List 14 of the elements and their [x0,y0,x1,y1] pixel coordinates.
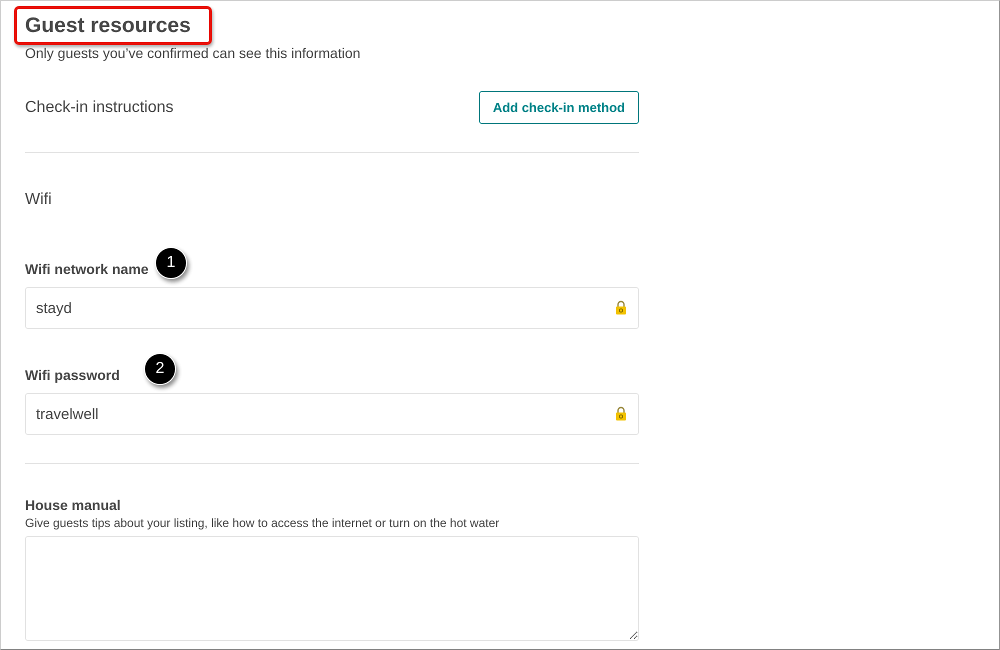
input-field[interactable]: travelwell [25,393,639,435]
field-label: House manual [25,497,122,513]
add-check-in-button[interactable]: Add check-in method [478,91,639,124]
section-heading: Check-in instructions [25,98,174,116]
step-callout: 1 [155,247,187,279]
page-title: Guest resources [25,13,191,39]
page-subtitle: Only guests you’ve confirmed can see this information [25,45,362,61]
step-callout: 2 [144,353,176,385]
field-label: Wifi password [25,367,120,383]
field-hint: Give guests tips about your listing, like how to access the internet or turn on the hot water [25,516,500,530]
input-field[interactable]: stayd [25,287,639,329]
field-label: Wifi network name [25,261,149,277]
section-heading: Wifi [25,191,53,209]
text-area[interactable] [25,536,639,641]
